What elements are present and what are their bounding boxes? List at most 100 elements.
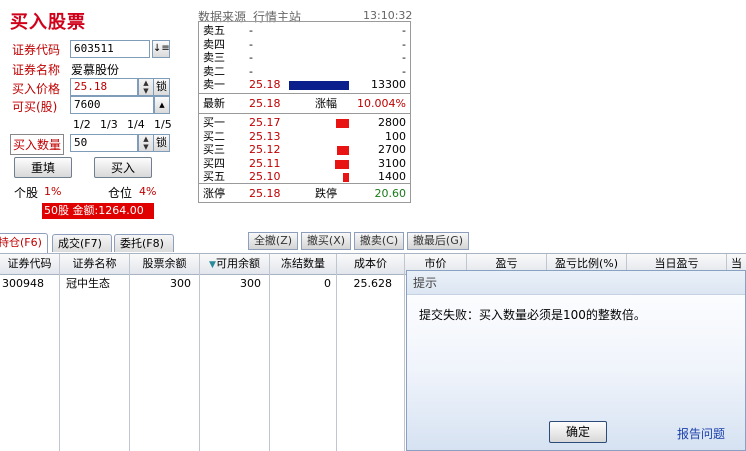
ask-label: 卖三 — [203, 51, 225, 64]
qty-spinner[interactable]: ▲ ▼ — [138, 134, 154, 152]
bid-volume-bar — [335, 159, 349, 169]
ok-button[interactable]: 确定 — [549, 421, 607, 443]
limit-down-value: 20.60 — [374, 187, 407, 200]
quote-panel: 卖五 - - 卖四 - - 卖三 - - 卖二 - - 卖一 25.18 13300 最新 25.18 涨幅… — [198, 21, 411, 203]
code-input[interactable]: 603511 — [70, 40, 150, 58]
divider — [199, 183, 410, 184]
price-spinner[interactable]: ▲ ▼ — [138, 78, 154, 96]
fraction-quarter[interactable]: 1/4 — [127, 118, 145, 131]
bid-price: 25.12 — [249, 143, 281, 156]
cell-name: 冠中生态 — [60, 276, 130, 292]
single-stock-label: 个股 — [14, 186, 39, 200]
bid-label: 买一 — [203, 116, 225, 129]
bid-row[interactable]: 买四 25.11 3100 — [199, 156, 410, 170]
lock-qty-button[interactable]: 锁 — [153, 134, 170, 152]
col-name[interactable]: 证券名称 — [60, 254, 130, 276]
bid-volume: 2800 — [378, 116, 406, 129]
code-label: 证券代码 — [12, 43, 61, 57]
fraction-fifth[interactable]: 1/5 — [154, 118, 172, 131]
fraction-third[interactable]: 1/3 — [100, 118, 118, 131]
latest-row: 最新 25.18 涨幅 10.004% — [199, 98, 410, 110]
ask-label: 卖五 — [203, 24, 225, 37]
ask-volume: 13300 — [371, 78, 406, 91]
cell-frozen: 0 — [270, 276, 337, 292]
bid-volume: 100 — [385, 129, 406, 143]
cell-available: 300 — [200, 276, 270, 292]
table-body — [0, 292, 405, 451]
bid-volume: 2700 — [378, 143, 406, 156]
avail-up-icon[interactable]: ▲ — [154, 96, 170, 114]
cell-cost: 25.628 — [337, 276, 405, 292]
bid-row[interactable]: 买二 25.13 100 — [199, 129, 410, 143]
bid-label: 买二 — [203, 129, 225, 143]
ask-row[interactable]: 卖一 25.18 13300 — [199, 79, 410, 91]
lock-price-button[interactable]: 锁 — [153, 78, 170, 96]
qty-input[interactable]: 50 — [70, 134, 138, 152]
limit-down-label: 跌停 — [315, 187, 337, 200]
col-available[interactable]: ▼可用余额 — [200, 254, 270, 276]
bid-label: 买五 — [203, 170, 225, 183]
bid-price: 25.13 — [249, 129, 281, 143]
ask-label: 卖四 — [203, 37, 225, 51]
tab-trades[interactable]: 成交(F7) — [52, 234, 112, 252]
bid-label: 买三 — [203, 143, 225, 156]
ask-volume: - — [402, 64, 406, 78]
ask-row[interactable]: 卖五 - - — [199, 25, 410, 37]
ask-label: 卖二 — [203, 64, 225, 78]
ask-row[interactable]: 卖二 - - — [199, 64, 410, 78]
col-available-label: 可用余额 — [215, 257, 260, 270]
sort-down-icon: ▼ — [209, 260, 216, 270]
price-label: 买入价格 — [12, 82, 61, 96]
bid-volume-bar — [337, 146, 349, 155]
avail-label: 可买(股) — [12, 100, 58, 114]
bid-price: 25.10 — [249, 170, 281, 183]
code-list-button[interactable]: ↓≡ — [152, 40, 170, 58]
report-issue-link[interactable]: 报告问题 — [677, 425, 725, 442]
cancel-buy-button[interactable]: 撤买(X) — [301, 232, 351, 250]
col-balance[interactable]: 股票余额 — [130, 254, 200, 276]
position-value: 4% — [139, 185, 157, 198]
position-label: 仓位 — [108, 186, 133, 200]
cancel-all-button[interactable]: 全撤(Z) — [248, 232, 298, 250]
tab-orders[interactable]: 委托(F8) — [114, 234, 174, 252]
fraction-half[interactable]: 1/2 — [73, 118, 91, 131]
ask-volume: - — [402, 24, 406, 37]
cancel-last-button[interactable]: 撤最后(G) — [407, 232, 469, 250]
tab-holdings[interactable]: 持仓(F6) — [0, 233, 48, 253]
dialog-message: 提交失败：买入数量必须是100的整数倍。 — [419, 308, 646, 322]
bid-row[interactable]: 买五 25.10 1400 — [199, 171, 410, 183]
ask-price: - — [249, 64, 253, 78]
buy-button[interactable]: 买入 — [94, 157, 152, 178]
name-value: 爱慕股份 — [71, 63, 120, 77]
avail-field: 7600 — [70, 96, 154, 114]
divider — [199, 113, 410, 114]
change-label: 涨幅 — [315, 97, 337, 110]
bid-volume-bar — [343, 173, 349, 182]
ask-price: 25.18 — [249, 78, 281, 91]
latest-value: 25.18 — [249, 97, 281, 110]
bid-row[interactable]: 买三 25.12 2700 — [199, 144, 410, 156]
limit-row: 涨停 25.18 跌停 20.60 — [199, 188, 410, 200]
qty-label: 买入数量 — [10, 134, 65, 155]
page-title: 买入股票 — [10, 12, 86, 33]
bid-volume: 3100 — [378, 156, 406, 170]
ask-row[interactable]: 卖三 - - — [199, 52, 410, 64]
amount-summary: 50股 金额:1264.00 — [42, 203, 154, 219]
bid-price: 25.11 — [249, 156, 281, 170]
up-arrow-icon[interactable]: ▲ — [139, 135, 153, 143]
dialog-title: 提示 — [407, 271, 745, 295]
up-arrow-icon[interactable]: ▲ — [139, 79, 153, 87]
down-arrow-icon[interactable]: ▼ — [139, 143, 153, 151]
ask-volume-bar — [289, 81, 349, 90]
bid-row[interactable]: 买一 25.17 2800 — [199, 117, 410, 129]
reset-button[interactable]: 重填 — [14, 157, 72, 178]
col-code[interactable]: 证券代码 — [0, 254, 60, 276]
limit-up-label: 涨停 — [203, 187, 225, 200]
down-arrow-icon[interactable]: ▼ — [139, 87, 153, 95]
ask-volume: - — [402, 51, 406, 64]
col-frozen[interactable]: 冻结数量 — [270, 254, 337, 276]
col-cost[interactable]: 成本价 — [337, 254, 405, 276]
cancel-sell-button[interactable]: 撤卖(C) — [354, 232, 404, 250]
ask-row[interactable]: 卖四 - - — [199, 37, 410, 51]
price-input[interactable]: 25.18 — [70, 78, 138, 96]
